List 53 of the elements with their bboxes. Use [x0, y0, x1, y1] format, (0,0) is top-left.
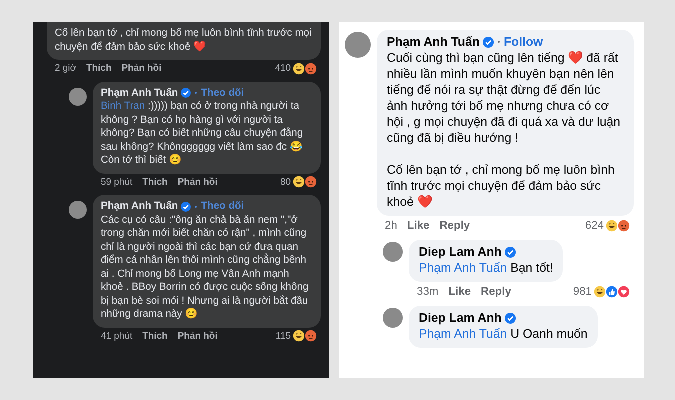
like-link[interactable]: Like: [407, 218, 430, 234]
like-link[interactable]: Thích: [142, 176, 168, 189]
comment-text: Các cụ có câu :"ông ăn chả bà ăn nem ","ở trong chăn mới biết chăn có rận" , mình cũng chỉ là người ngoài thì các bạn cứ đưa quan điểm cá nhân lên thôi mình cũng chẳng bênh ai . Chỉ mong bố Long mẹ Vân Anh mạnh khoẻ . BBoy Borrin có được cuộc sống không bị bạn bè soi mói ! Nhưng ai là người bắt đầu những drama này 😊: [101, 214, 310, 322]
avatar: [383, 242, 403, 262]
avatar: [345, 32, 371, 58]
reply-link[interactable]: Phản hồi: [178, 176, 218, 189]
angry-reaction-icon: [305, 176, 317, 188]
separator-dot: [195, 92, 198, 94]
author-name[interactable]: Phạm Anh Tuấn: [101, 200, 178, 214]
like-link[interactable]: Like: [448, 284, 472, 300]
avatar: [69, 88, 87, 106]
follow-link[interactable]: Follow: [504, 34, 544, 50]
reply-link[interactable]: Reply: [481, 284, 512, 300]
angry-reaction-icon: [618, 220, 630, 232]
angry-reaction-icon: [305, 330, 317, 342]
like-link[interactable]: Thích: [142, 330, 168, 343]
avatar: [69, 201, 87, 219]
reaction-count: 981: [573, 285, 592, 300]
reaction-count: 624: [585, 219, 604, 234]
comment-time: 2 giờ: [55, 62, 76, 76]
comment-time: 41 phút: [101, 330, 133, 343]
haha-reaction-icon: [594, 286, 606, 298]
comment-time: 59 phút: [101, 176, 133, 189]
reaction-count: 410: [275, 62, 291, 76]
separator-dot: [498, 41, 500, 43]
like-reaction-icon: [606, 286, 618, 298]
mention-link[interactable]: Phạm Anh Tuấn: [419, 261, 508, 275]
comment-text: Phạm Anh Tuấn U Oanh muốn: [419, 326, 588, 342]
avatar: [383, 308, 403, 328]
reaction-count: 115: [276, 330, 291, 343]
comment-text: Cuối cùng thì bạn cũng lên tiếng ❤ đã rất nhiều lần mình muốn khuyên bạn nên lên tiếng để nói ra sự thật đừng để đến lúc ảnh hưởng tới bố mẹ nhưng chưa có cơ hội , g mọi chuyện đã đi quá xa và dư luận cũng đã bị điều hướng ! Cố lên bạn tớ , chỉ mong bố mẹ luôn bình tĩnh trước mọi chuyện để đảm bảo sức khoẻ ❤: [387, 50, 622, 210]
haha-reaction-icon: [293, 330, 305, 342]
comment-text: Cố lên bạn tớ , chỉ mong bố mẹ luôn bình tĩnh trước mọi chuyện để đảm bảo sức khoẻ ❤: [55, 27, 313, 54]
comment-time: 2h: [385, 219, 398, 234]
author-name[interactable]: Phạm Anh Tuấn: [101, 86, 178, 100]
like-link[interactable]: Thích: [86, 62, 112, 76]
haha-reaction-icon: [293, 176, 305, 188]
angry-reaction-icon: [305, 62, 317, 75]
haha-reaction-icon: [293, 62, 305, 75]
reply-link[interactable]: Phản hồi: [122, 62, 162, 76]
author-name[interactable]: Diep Lam Anh: [419, 310, 502, 326]
author-name[interactable]: Phạm Anh Tuấn: [387, 34, 480, 50]
reply-link[interactable]: Reply: [440, 218, 470, 234]
comment-time: 33m: [417, 285, 439, 300]
haha-reaction-icon: [606, 220, 618, 232]
author-name[interactable]: Diep Lam Anh: [419, 244, 502, 260]
comment-text: Phạm Anh Tuấn Bạn tốt!: [419, 260, 554, 276]
separator-dot: [195, 206, 198, 208]
mention-link[interactable]: Phạm Anh Tuấn: [419, 327, 508, 341]
reaction-count: 80: [280, 176, 291, 189]
reply-link[interactable]: Phản hồi: [178, 330, 218, 343]
comment-text: Binh Tran :))))) bạn có ở trong nhà người ta không ? Bạn có họ hàng gì với người ta không? Bạn có biết những câu chuyện đằng sau không? Khôngggggg viết làm sao đc 😂 Còn tớ thì biết 😊: [101, 100, 304, 168]
love-reaction-icon: [618, 286, 630, 298]
